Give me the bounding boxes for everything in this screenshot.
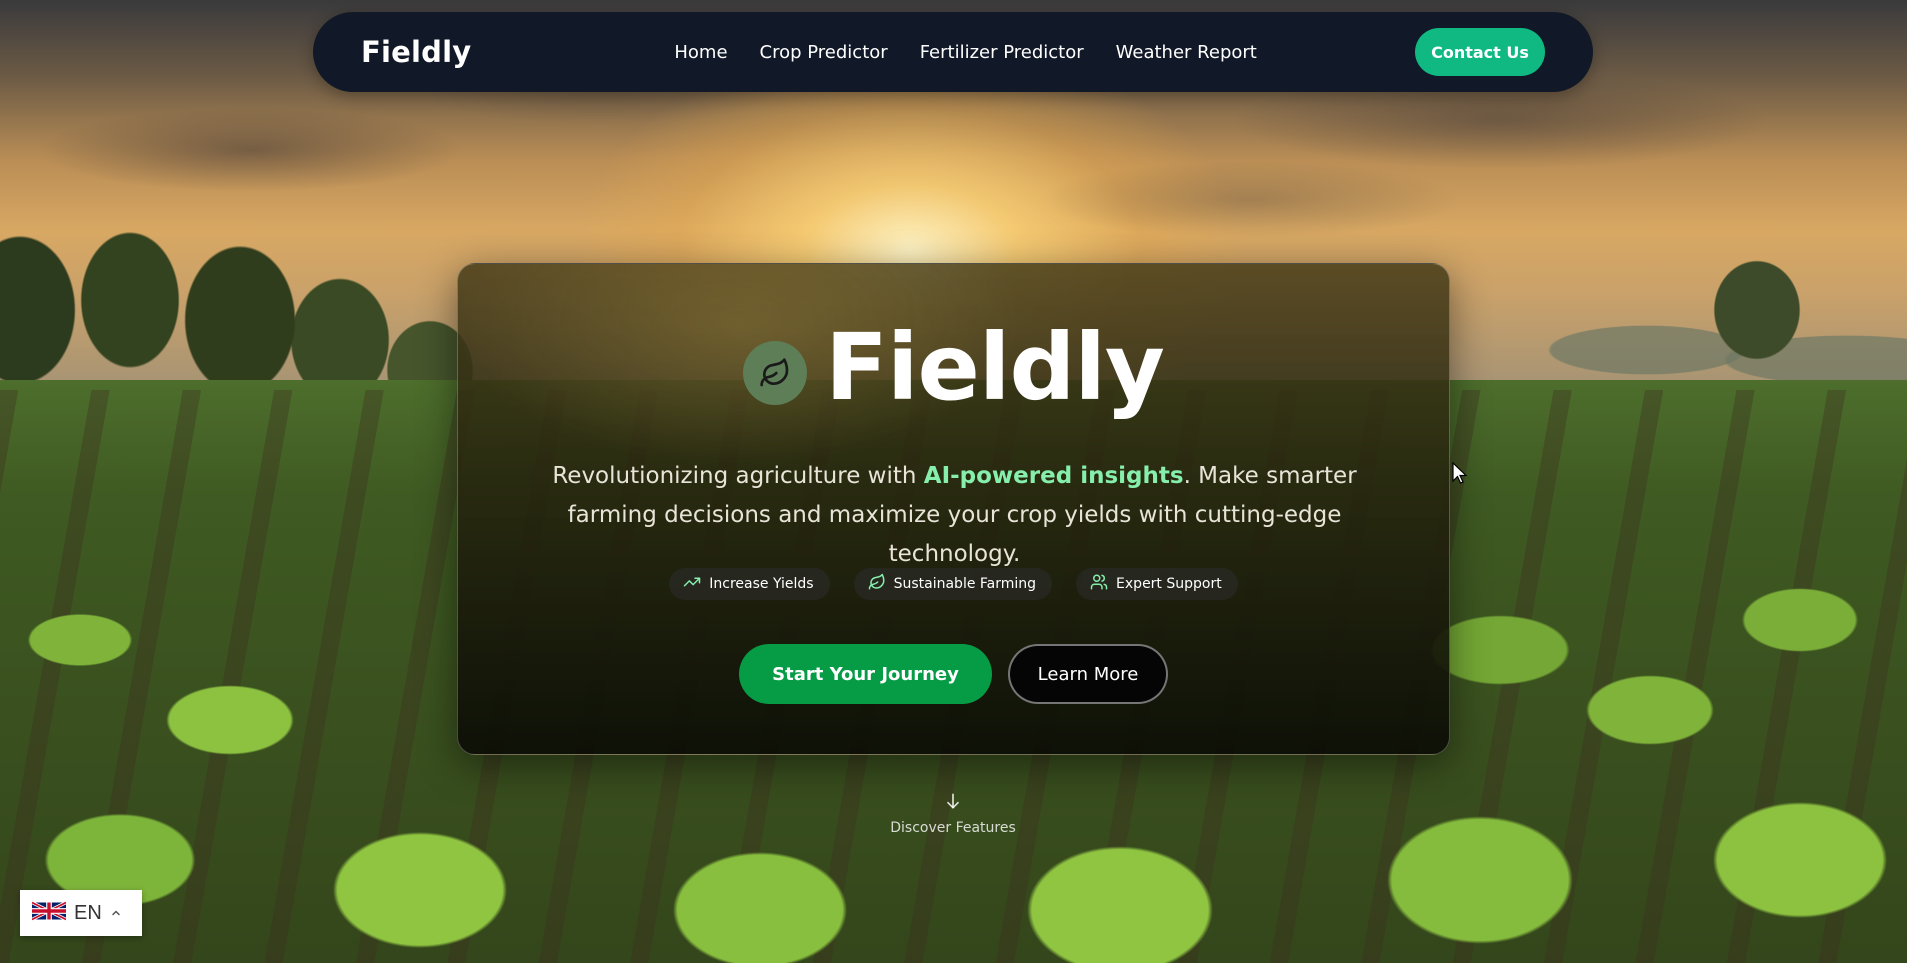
hero-desc-highlight: AI-powered insights [923,463,1184,489]
badge-increase-yields: Increase Yields [669,568,830,600]
chevron-up-icon [110,904,122,923]
language-code: EN [74,901,102,924]
language-selector[interactable]: EN [20,890,142,936]
uk-flag-icon [31,900,67,926]
discover-label: Discover Features [890,820,1016,836]
nav-link-fertilizer-predictor[interactable]: Fertilizer Predictor [920,42,1084,63]
nav-link-home[interactable]: Home [674,42,727,63]
hero-title: Fieldly [825,314,1165,421]
badge-label: Increase Yields [709,576,814,592]
trending-up-icon [683,573,701,595]
leaf-icon [743,341,808,405]
badge-label: Sustainable Farming [893,576,1037,592]
nav-links: Home Crop Predictor Fertilizer Predictor… [674,42,1256,63]
leaf-icon [868,573,886,595]
brand-logo[interactable]: Fieldly [361,35,471,69]
hero-desc-text: Revolutionizing agriculture with [552,463,924,489]
hero-card: Fieldly Revolutionizing agriculture with… [457,263,1450,755]
badge-label: Expert Support [1116,576,1222,592]
navbar: Fieldly Home Crop Predictor Fertilizer P… [313,12,1593,92]
feature-badges: Increase Yields Sustainable Farming Expe… [458,568,1449,600]
arrow-down-icon [943,790,963,816]
nav-link-crop-predictor[interactable]: Crop Predictor [760,42,888,63]
start-journey-button[interactable]: Start Your Journey [739,644,992,704]
users-icon [1090,573,1108,595]
learn-more-button[interactable]: Learn More [1008,644,1168,704]
badge-expert-support: Expert Support [1076,568,1238,600]
nav-link-weather-report[interactable]: Weather Report [1116,42,1257,63]
contact-us-button[interactable]: Contact Us [1415,28,1545,76]
hero-description: Revolutionizing agriculture with AI-powe… [518,457,1391,574]
discover-features[interactable]: Discover Features [853,790,1053,836]
cta-row: Start Your Journey Learn More [458,644,1449,704]
mouse-cursor-icon [1452,461,1468,490]
hero-title-row: Fieldly [458,322,1449,414]
badge-sustainable-farming: Sustainable Farming [853,568,1053,600]
